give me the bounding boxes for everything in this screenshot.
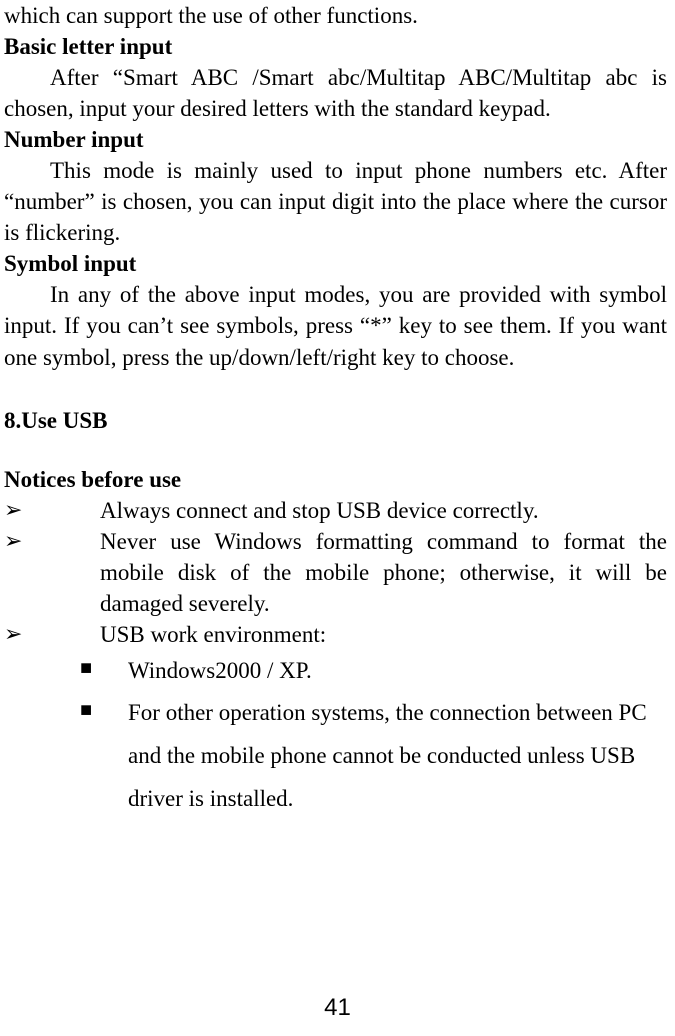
body-basic-letter-input: After “Smart ABC /Smart abc/Multitap ABC… (4, 62, 667, 124)
sub-list-item-text: For other operation systems, the connect… (128, 692, 667, 820)
arrow-bullet-icon: ➢ (4, 495, 100, 526)
page-number: 41 (0, 992, 675, 1024)
spacer (4, 436, 667, 464)
heading-use-usb: 8.Use USB (4, 405, 667, 436)
list-item-text: Always connect and stop USB device corre… (100, 495, 667, 526)
square-bullet-icon: ■ (80, 650, 128, 687)
sub-list-item: ■ For other operation systems, the conne… (4, 692, 667, 820)
spacer (4, 373, 667, 405)
body-number-input: This mode is mainly used to input phone … (4, 155, 667, 248)
lead-in-text: which can support the use of other funct… (4, 0, 667, 31)
heading-notices-before-use: Notices before use (4, 464, 667, 495)
page: which can support the use of other funct… (0, 0, 675, 1036)
square-bullet-icon: ■ (80, 692, 128, 729)
list-item: ➢ Never use Windows formatting command t… (4, 526, 667, 619)
sub-list-item: ■ Windows2000 / XP. (4, 650, 667, 693)
body-symbol-input: In any of the above input modes, you are… (4, 279, 667, 372)
list-item: ➢ Always connect and stop USB device cor… (4, 495, 667, 526)
arrow-bullet-icon: ➢ (4, 526, 100, 557)
list-item-text: USB work environment: (100, 619, 667, 650)
list-item: ➢ USB work environment: (4, 619, 667, 650)
sub-list-item-text: Windows2000 / XP. (128, 650, 667, 693)
heading-symbol-input: Symbol input (4, 248, 667, 279)
list-item-text: Never use Windows formatting command to … (100, 526, 667, 619)
heading-basic-letter-input: Basic letter input (4, 31, 667, 62)
bullet-list: ➢ Always connect and stop USB device cor… (4, 495, 667, 820)
heading-number-input: Number input (4, 124, 667, 155)
arrow-bullet-icon: ➢ (4, 619, 100, 650)
